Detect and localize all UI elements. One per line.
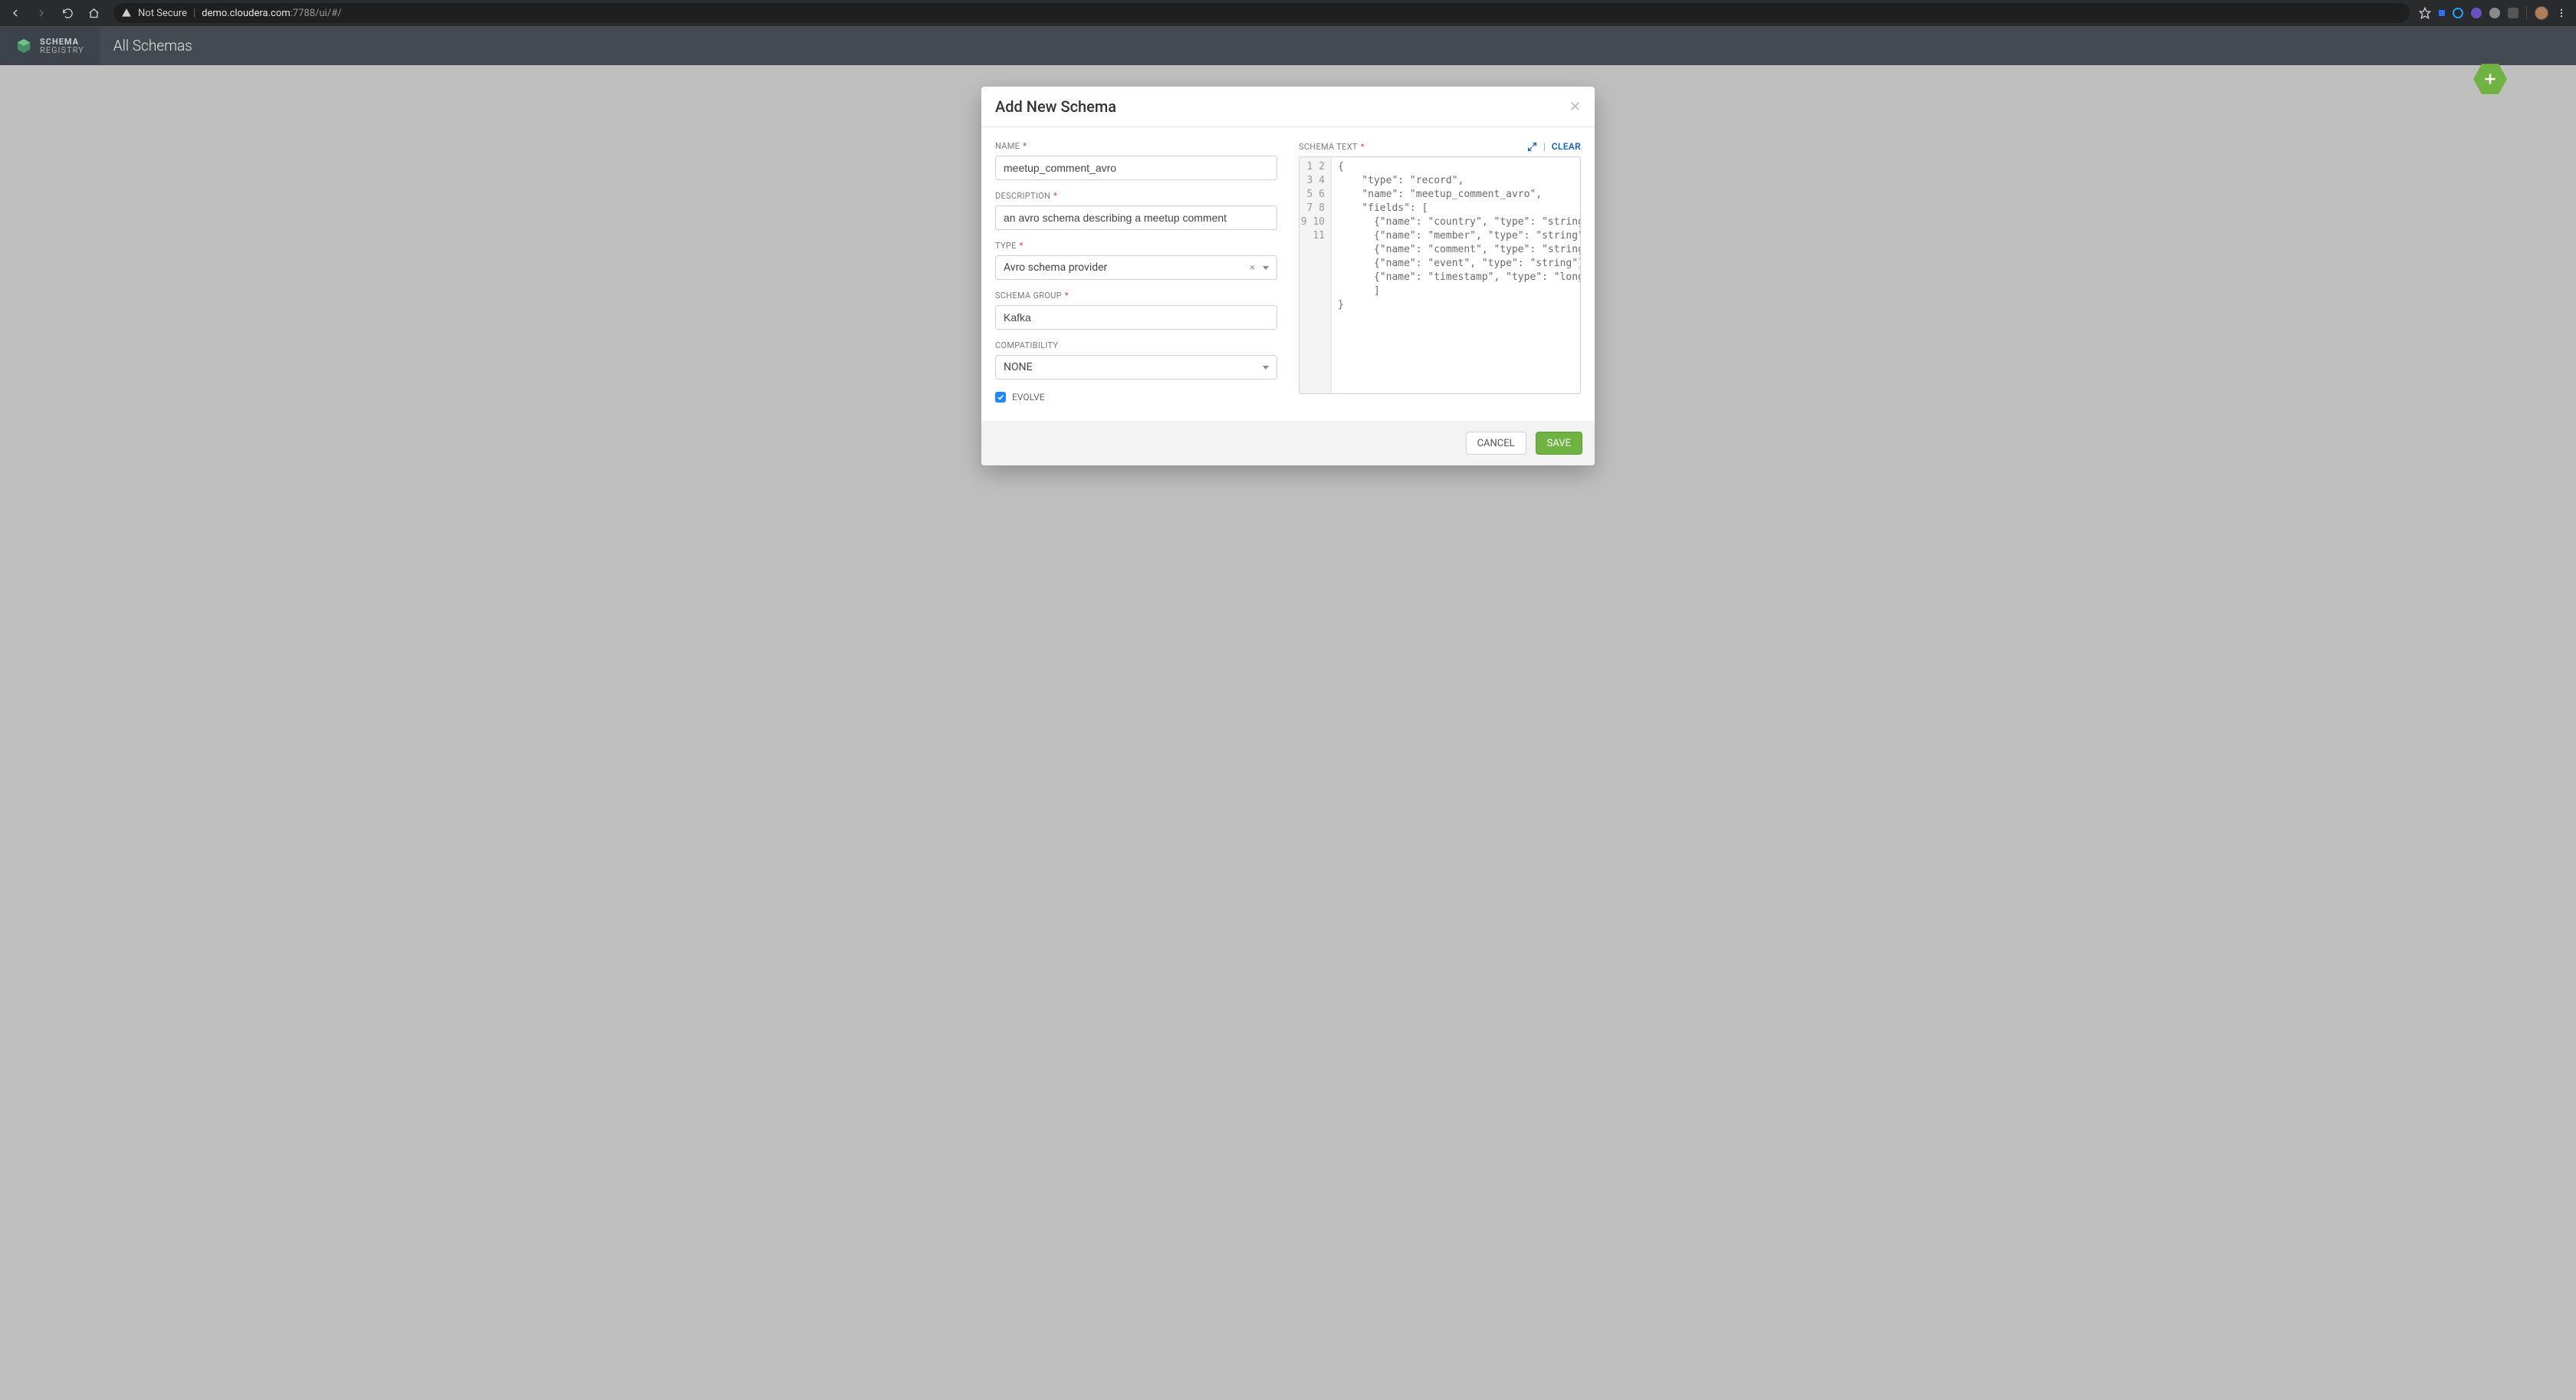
- compatibility-select[interactable]: NONE: [995, 355, 1277, 380]
- kebab-menu-icon[interactable]: [2556, 8, 2567, 18]
- security-warning-icon: [121, 8, 132, 18]
- brand-text: SCHEMA REGISTRY: [40, 38, 84, 54]
- page-title: All Schemas: [100, 37, 206, 54]
- security-warning-text: Not Secure: [138, 8, 187, 19]
- extension-icon[interactable]: [2489, 8, 2500, 18]
- chevron-down-icon: [1263, 266, 1269, 270]
- page-body: Add New Schema ✕ NAME* DESCRIPTION* TYPE…: [0, 65, 2576, 1400]
- name-input[interactable]: [995, 156, 1277, 180]
- evolve-checkbox[interactable]: [995, 392, 1006, 403]
- modal-title: Add New Schema: [995, 97, 1116, 116]
- address-bar[interactable]: Not Secure | demo.cloudera.com:7788/ui/#…: [113, 3, 2410, 23]
- modal-body: NAME* DESCRIPTION* TYPE* Avro schema pro…: [981, 127, 1595, 421]
- compatibility-label: COMPATIBILITY: [995, 340, 1277, 350]
- schema-text-label: SCHEMA TEXT*: [1299, 142, 1365, 152]
- add-schema-fab[interactable]: [2473, 62, 2507, 96]
- chevron-down-icon: [1263, 366, 1269, 370]
- brand[interactable]: SCHEMA REGISTRY: [0, 26, 100, 65]
- bookmark-star-icon[interactable]: [2419, 7, 2431, 19]
- add-schema-modal: Add New Schema ✕ NAME* DESCRIPTION* TYPE…: [981, 87, 1595, 465]
- url-text: demo.cloudera.com:7788/ui/#/: [202, 8, 341, 19]
- save-button[interactable]: SAVE: [1536, 432, 1582, 455]
- form-column: NAME* DESCRIPTION* TYPE* Avro schema pro…: [995, 141, 1277, 403]
- extension-icon[interactable]: [2471, 8, 2482, 18]
- extension-icon[interactable]: [2439, 10, 2445, 16]
- forward-button[interactable]: [31, 2, 52, 24]
- description-input[interactable]: [995, 205, 1277, 230]
- clear-button[interactable]: CLEAR: [1552, 141, 1581, 152]
- reload-button[interactable]: [57, 2, 78, 24]
- schema-text-actions: | CLEAR: [1527, 141, 1581, 152]
- schema-group-input[interactable]: [995, 305, 1277, 330]
- modal-footer: CANCEL SAVE: [981, 421, 1595, 465]
- description-label: DESCRIPTION*: [995, 191, 1277, 201]
- type-clear-icon[interactable]: ×: [1250, 262, 1255, 274]
- schema-text-column: SCHEMA TEXT* | CLEAR 1 2 3 4 5 6 7 8 9 1…: [1299, 141, 1581, 403]
- close-icon[interactable]: ✕: [1569, 99, 1581, 115]
- separator: |: [193, 8, 196, 19]
- name-label: NAME*: [995, 141, 1277, 151]
- separator: |: [1543, 141, 1546, 152]
- extension-icon[interactable]: [2508, 8, 2518, 18]
- code-content[interactable]: { "type": "record", "name": "meetup_comm…: [1332, 157, 1580, 393]
- code-gutter: 1 2 3 4 5 6 7 8 9 10 11: [1300, 157, 1332, 393]
- expand-icon[interactable]: [1527, 142, 1537, 152]
- type-selected-value: Avro schema provider: [1004, 261, 1107, 274]
- modal-header: Add New Schema ✕: [981, 87, 1595, 127]
- brand-logo-icon: [15, 38, 32, 54]
- browser-toolbar: Not Secure | demo.cloudera.com:7788/ui/#…: [0, 0, 2576, 26]
- profile-avatar[interactable]: [2535, 6, 2548, 20]
- evolve-row: EVOLVE: [995, 392, 1277, 403]
- schema-text-header: SCHEMA TEXT* | CLEAR: [1299, 141, 1581, 152]
- evolve-label: EVOLVE: [1012, 392, 1045, 403]
- type-select[interactable]: Avro schema provider ×: [995, 255, 1277, 280]
- back-button[interactable]: [5, 2, 26, 24]
- divider: [2526, 6, 2527, 20]
- type-label: TYPE*: [995, 241, 1277, 251]
- app-header: SCHEMA REGISTRY All Schemas: [0, 26, 2576, 65]
- compatibility-selected-value: NONE: [1004, 361, 1033, 373]
- schema-group-label: SCHEMA GROUP*: [995, 291, 1277, 301]
- cancel-button[interactable]: CANCEL: [1466, 432, 1526, 455]
- extension-icon[interactable]: [2453, 8, 2463, 18]
- extension-area: [2419, 6, 2571, 20]
- schema-text-editor[interactable]: 1 2 3 4 5 6 7 8 9 10 11 { "type": "recor…: [1299, 156, 1581, 394]
- home-button[interactable]: [83, 2, 104, 24]
